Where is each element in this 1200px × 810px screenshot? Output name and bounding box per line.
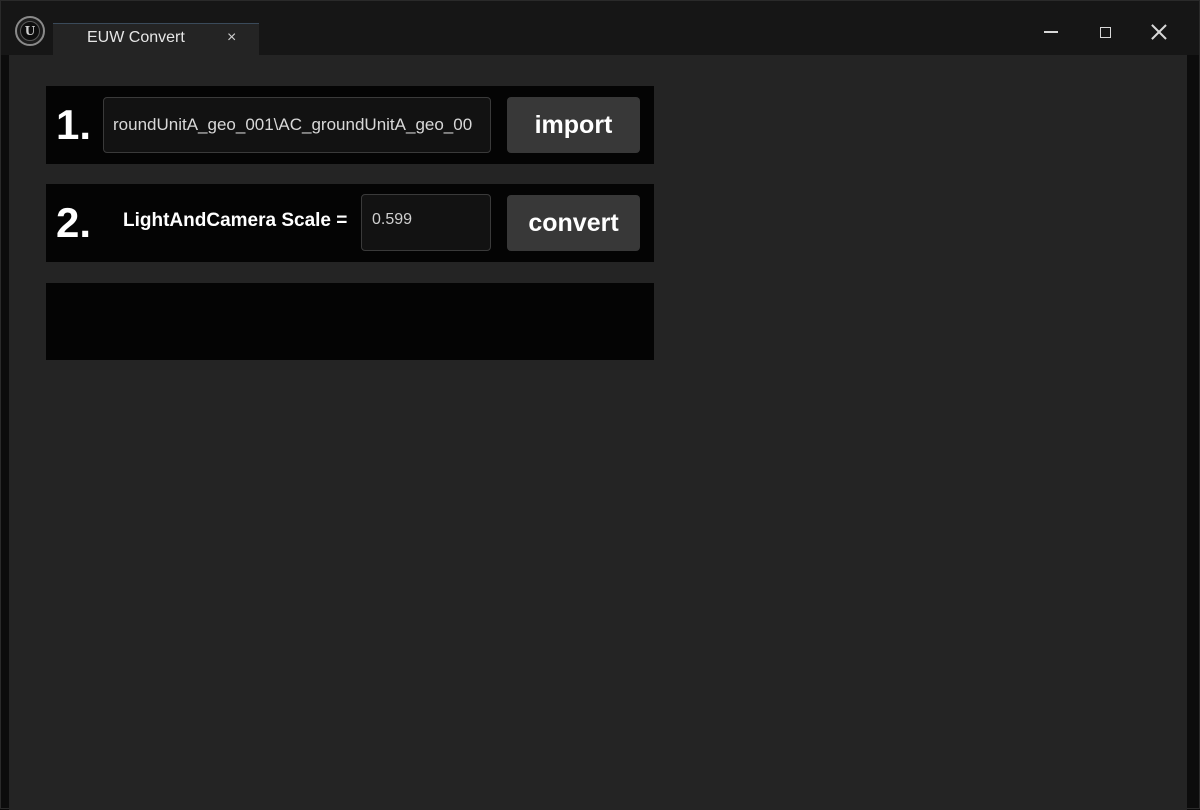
output-panel [46, 283, 654, 360]
widget-content: 1. roundUnitA_geo_001\AC_groundUnitA_geo… [9, 55, 1187, 810]
maximize-icon [1099, 26, 1111, 38]
tab-title: EUW Convert [87, 29, 185, 46]
scale-input[interactable]: 0.599 [361, 194, 491, 251]
fbx-path-input[interactable]: roundUnitA_geo_001\AC_groundUnitA_geo_00 [103, 97, 491, 153]
unreal-logo-icon[interactable]: U [15, 16, 45, 46]
editor-utility-window: U EUW Convert × 1. roundUnitA_geo_001\AC… [0, 0, 1200, 810]
step1-number: 1. [56, 101, 92, 148]
close-window-button[interactable] [1146, 19, 1172, 45]
minimize-icon [1044, 31, 1058, 33]
maximize-button[interactable] [1092, 19, 1118, 45]
step2-number: 2. [56, 199, 92, 246]
scale-label: LightAndCamera Scale = [123, 210, 348, 231]
step2-panel: 2. LightAndCamera Scale = 0.599 convert [46, 184, 654, 262]
close-icon [1151, 24, 1167, 40]
convert-button[interactable]: convert [507, 195, 640, 251]
tab-euw-convert[interactable]: EUW Convert × [53, 23, 259, 55]
import-button[interactable]: import [507, 97, 640, 153]
unreal-logo-letter: U [20, 21, 40, 41]
minimize-button[interactable] [1038, 19, 1064, 45]
tab-close-icon[interactable]: × [227, 29, 236, 47]
step1-panel: 1. roundUnitA_geo_001\AC_groundUnitA_geo… [46, 86, 654, 164]
title-bar: U EUW Convert × [1, 1, 1199, 55]
